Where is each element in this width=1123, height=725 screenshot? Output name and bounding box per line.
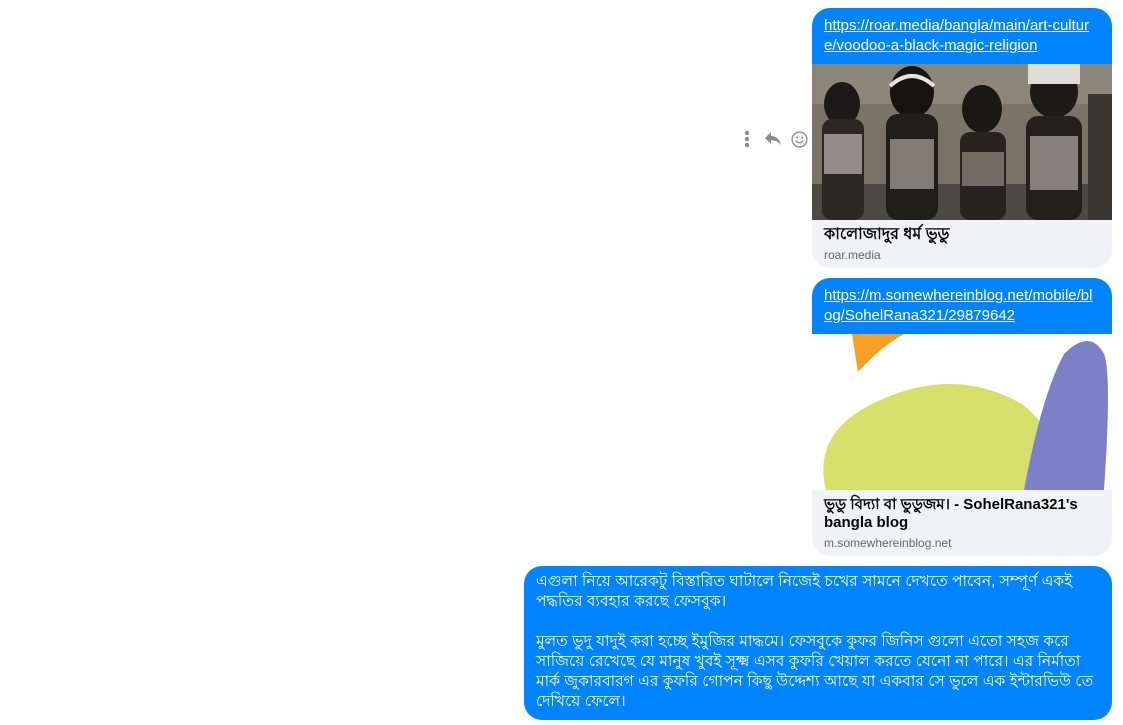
link-domain: roar.media — [824, 248, 881, 262]
link-url[interactable]: https://roar.media/bangla/main/art-cultu… — [812, 8, 1112, 64]
link-title[interactable]: ভুডু বিদ্যা বা ভুডুজম। - SohelRana321's … — [812, 490, 1112, 532]
link-preview-image[interactable] — [812, 334, 1112, 490]
message-bubble[interactable]: এগুলা নিয়ে আরেকটু বিস্তারিত ঘাটালে নিজে… — [524, 566, 1112, 720]
link-title[interactable]: কালোজাদুর ধর্ম ভুডু — [812, 220, 1112, 244]
message-actions — [738, 128, 808, 150]
message-paragraph: এগুলা নিয়ে আরেকটু বিস্তারিত ঘাটালে নিজে… — [536, 573, 1073, 610]
message-thread: https://roar.media/bangla/main/art-cultu… — [0, 0, 1123, 725]
link-preview-image[interactable] — [812, 64, 1112, 220]
reply-icon[interactable] — [764, 128, 782, 150]
link-domain: m.somewhereinblog.net — [824, 536, 952, 550]
react-emoji-icon[interactable] — [790, 128, 808, 150]
message-paragraph: মুলত ভুদু যাদুই করা হচ্ছে ইমুজির মাদ্ধমে… — [536, 633, 1094, 710]
link-preview-card[interactable]: https://m.somewhereinblog.net/mobile/blo… — [812, 278, 1112, 556]
link-preview-card[interactable]: https://roar.media/bangla/main/art-cultu… — [812, 8, 1112, 268]
link-url[interactable]: https://m.somewhereinblog.net/mobile/blo… — [812, 278, 1112, 334]
more-options-icon[interactable] — [738, 128, 756, 150]
